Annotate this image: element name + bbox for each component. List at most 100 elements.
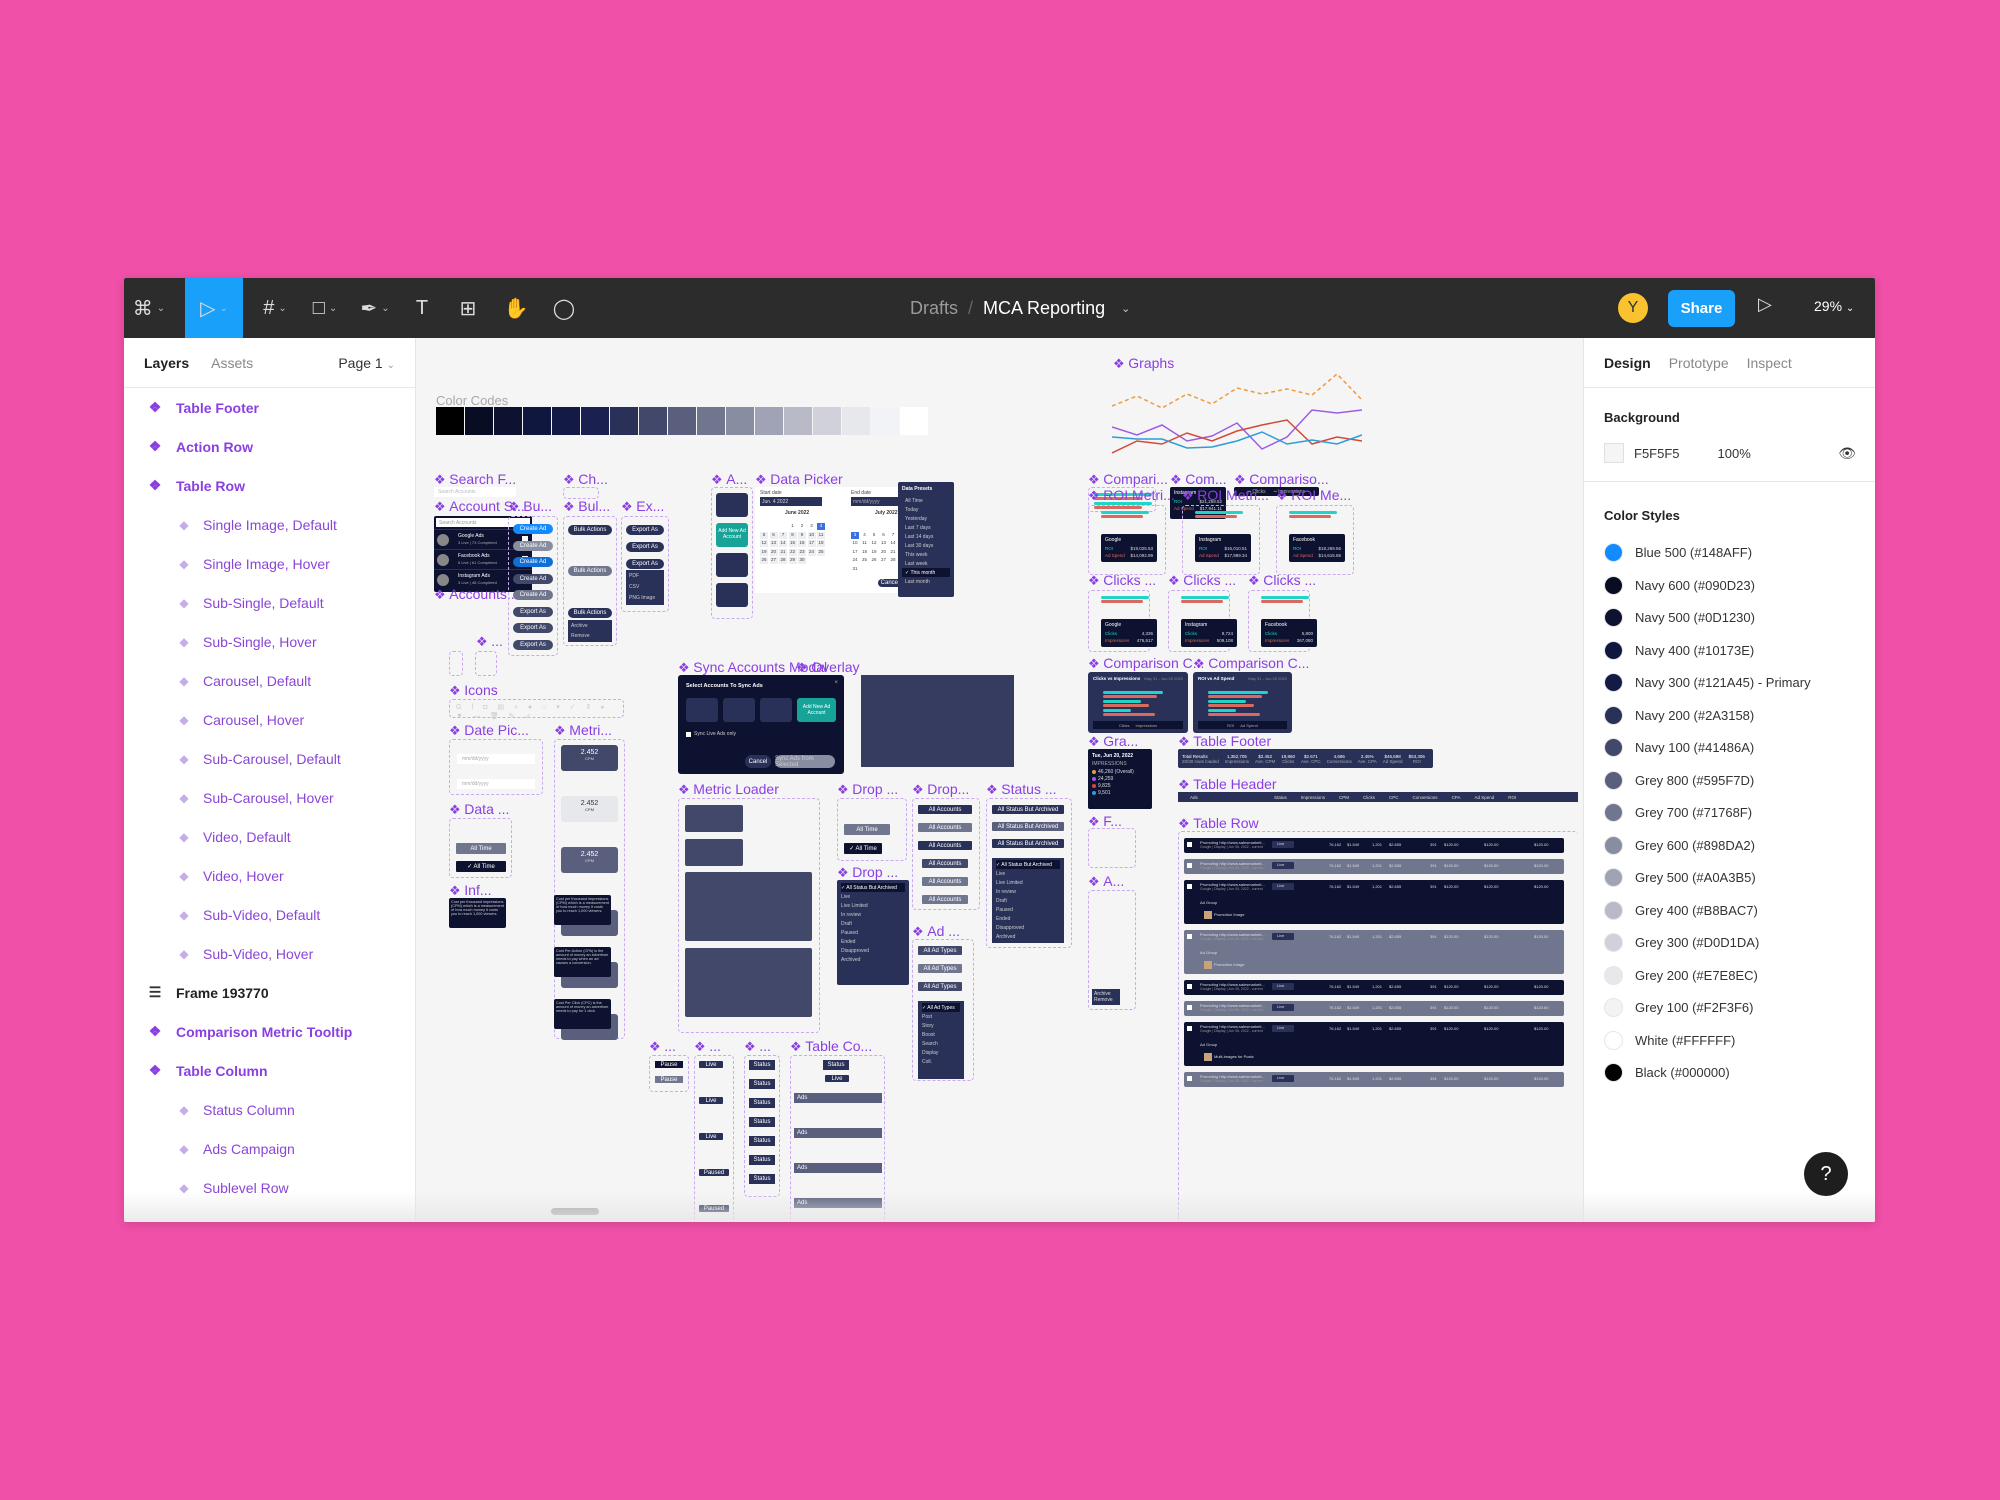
calendar-day[interactable]: 28 xyxy=(889,557,897,564)
start-date-input[interactable]: Jun. 4 2022 xyxy=(760,497,822,506)
table-row[interactable]: Promoting http://www.salesmarketi... Goog… xyxy=(1184,1001,1564,1016)
preset-option[interactable]: All Time xyxy=(902,496,950,505)
layer-item[interactable]: ◆ Sub-Carousel, Hover xyxy=(124,778,415,817)
frame-label-table-header[interactable]: Table Header xyxy=(1178,776,1276,793)
color-style-item[interactable]: Navy 600 (#090D23) xyxy=(1604,575,1755,595)
frame-label-overlay[interactable]: Overlay xyxy=(796,659,859,676)
frame-label-ad[interactable]: Ad ... xyxy=(912,923,960,940)
breadcrumb-drafts[interactable]: Drafts xyxy=(910,298,958,319)
calendar-day[interactable]: 19 xyxy=(870,549,878,556)
frame-label-table-row[interactable]: Table Row xyxy=(1178,815,1258,832)
table-row[interactable]: Promoting http://www.salesmarketi... Goog… xyxy=(1184,1022,1564,1066)
frame-label-data[interactable]: Data ... xyxy=(449,801,509,818)
create-ad-button[interactable]: Create Ad xyxy=(513,540,553,551)
status-option[interactable]: Paused xyxy=(996,905,1060,914)
frame-label-drop3[interactable]: Drop ... xyxy=(837,864,898,881)
all-time-option-selected[interactable]: ✓ All Time xyxy=(456,861,506,872)
ad-type-option[interactable]: ✓ All Ad Types xyxy=(922,1003,960,1012)
frame-label-compariso[interactable]: Compariso... xyxy=(1234,471,1328,488)
menu-item-remove[interactable]: Remove xyxy=(571,633,609,639)
status-option[interactable]: Draft xyxy=(841,919,905,928)
table-header-cell[interactable]: CPM xyxy=(1339,795,1349,800)
table-row[interactable]: Promoting http://www.salesmarketi... Goog… xyxy=(1184,859,1564,874)
calendar-day[interactable]: 10 xyxy=(851,540,859,547)
close-icon[interactable]: × xyxy=(834,680,838,686)
sync-cancel-button[interactable]: Cancel xyxy=(745,755,771,768)
table-header-cell[interactable]: ROI xyxy=(1508,795,1516,800)
frame-label-bul[interactable]: Bul... xyxy=(563,498,610,515)
frame-label-dots3[interactable]: ... xyxy=(694,1038,721,1055)
ad-type-option[interactable]: Coll. xyxy=(922,1057,960,1066)
preset-option[interactable]: ✓ This month xyxy=(902,568,950,577)
bulk-actions-button-hover[interactable]: Bulk Actions xyxy=(568,566,612,576)
layer-item[interactable]: ◆ Single Image, Hover xyxy=(124,544,415,583)
ads-column-header[interactable]: Ads xyxy=(794,1093,882,1103)
status-pill[interactable]: Live xyxy=(1272,841,1294,848)
checkbox-icon[interactable] xyxy=(1187,1005,1192,1010)
live-status-pill[interactable]: Live xyxy=(699,1097,723,1104)
status-pill[interactable]: Live xyxy=(1272,983,1294,990)
layer-item[interactable]: ◆ Single Image, Default xyxy=(124,505,415,544)
frame-label-ch[interactable]: Ch... xyxy=(563,471,608,488)
live-status-pill[interactable]: Live xyxy=(699,1133,723,1140)
layer-item[interactable]: ❖ Comparison Metric Tooltip xyxy=(124,1012,415,1051)
calendar-day[interactable]: 16 xyxy=(798,540,806,547)
status-option[interactable]: Ended xyxy=(841,937,905,946)
calendar-day[interactable]: 31 xyxy=(851,566,859,573)
background-opacity[interactable]: 100% xyxy=(1718,446,1751,461)
ads-column-header[interactable]: Ads xyxy=(794,1163,882,1173)
layer-item[interactable]: ◆ Status Column xyxy=(124,1090,415,1129)
layer-item[interactable]: ◆ Video, Hover xyxy=(124,856,415,895)
all-accounts-dropdown[interactable]: All Accounts xyxy=(918,805,972,814)
status-option[interactable]: Paused xyxy=(841,928,905,937)
frame-label-inf[interactable]: Inf... xyxy=(449,882,491,899)
calendar-day[interactable]: 6 xyxy=(880,532,888,539)
bulk-actions-button-open[interactable]: Bulk Actions xyxy=(568,608,612,618)
file-name[interactable]: MCA Reporting xyxy=(983,298,1105,319)
all-time-option[interactable]: All Time xyxy=(456,843,506,854)
layer-item[interactable]: ◆ Carousel, Hover xyxy=(124,700,415,739)
status-pill[interactable]: Live xyxy=(1272,1075,1294,1082)
ad-type-option[interactable]: Search xyxy=(922,1039,960,1048)
frame-label-table-footer[interactable]: Table Footer xyxy=(1178,733,1271,750)
pen-tool-button[interactable]: ✒ ⌄ xyxy=(350,278,400,338)
resources-button[interactable]: ⊞ xyxy=(446,278,490,338)
table-header-cell[interactable]: Ads xyxy=(1190,795,1260,800)
layer-item[interactable]: ☰ Frame 193770 xyxy=(124,973,415,1012)
status-column-header[interactable]: Status xyxy=(749,1136,775,1146)
table-row[interactable]: Promoting http://www.salesmarketi... Goog… xyxy=(1184,880,1564,924)
table-row[interactable]: Promoting http://www.salesmarketi... Goog… xyxy=(1184,980,1564,995)
date-input[interactable]: mm/dd/yyyy xyxy=(457,779,535,789)
calendar-day[interactable]: 25 xyxy=(861,557,869,564)
frame-label-roi2[interactable]: ROI Metri... xyxy=(1182,487,1269,504)
export-as-button-hover[interactable]: Export As xyxy=(626,542,664,552)
shape-tool-button[interactable]: □ ⌄ xyxy=(300,278,350,338)
calendar-day[interactable]: 2 xyxy=(798,523,806,530)
pause-option[interactable]: Pause xyxy=(655,1061,683,1068)
create-ad-button[interactable]: Create Ad xyxy=(513,524,553,534)
layer-item[interactable]: ◆ Ads Campaign xyxy=(124,1129,415,1168)
status-option[interactable]: ✓ All Status But Archived xyxy=(841,883,905,892)
present-icon[interactable]: ▷ xyxy=(1758,294,1772,315)
color-style-item[interactable]: Navy 500 (#0D1230) xyxy=(1604,608,1755,627)
color-style-item[interactable]: Grey 700 (#71768F) xyxy=(1604,803,1752,822)
status-option[interactable]: Live xyxy=(841,892,905,901)
calendar-day[interactable]: 24 xyxy=(807,548,816,556)
calendar-day[interactable]: 12 xyxy=(870,540,878,547)
color-style-item[interactable]: Navy 100 (#41486A) xyxy=(1604,738,1754,757)
status-option[interactable]: In review xyxy=(841,910,905,919)
chevron-down-icon[interactable]: ⌄ xyxy=(1121,302,1130,315)
calendar-day[interactable]: 29 xyxy=(788,557,797,564)
ads-column-header[interactable]: Ads xyxy=(794,1128,882,1138)
color-style-item[interactable]: Navy 200 (#2A3158) xyxy=(1604,705,1754,725)
tab-assets[interactable]: Assets xyxy=(211,355,253,371)
ad-types-dropdown[interactable]: All Ad Types xyxy=(918,964,962,973)
metric-card[interactable]: 2.452CPM xyxy=(561,847,618,873)
calendar-day[interactable]: 4 xyxy=(861,532,869,539)
tab-prototype[interactable]: Prototype xyxy=(1669,355,1729,371)
calendar-day[interactable]: 1 xyxy=(789,523,797,530)
eye-icon[interactable]: 👁 xyxy=(1838,445,1856,462)
status-option[interactable]: In review xyxy=(996,887,1060,896)
calendar-day[interactable]: 30 xyxy=(798,557,806,564)
calendar-day[interactable]: 14 xyxy=(779,540,787,547)
